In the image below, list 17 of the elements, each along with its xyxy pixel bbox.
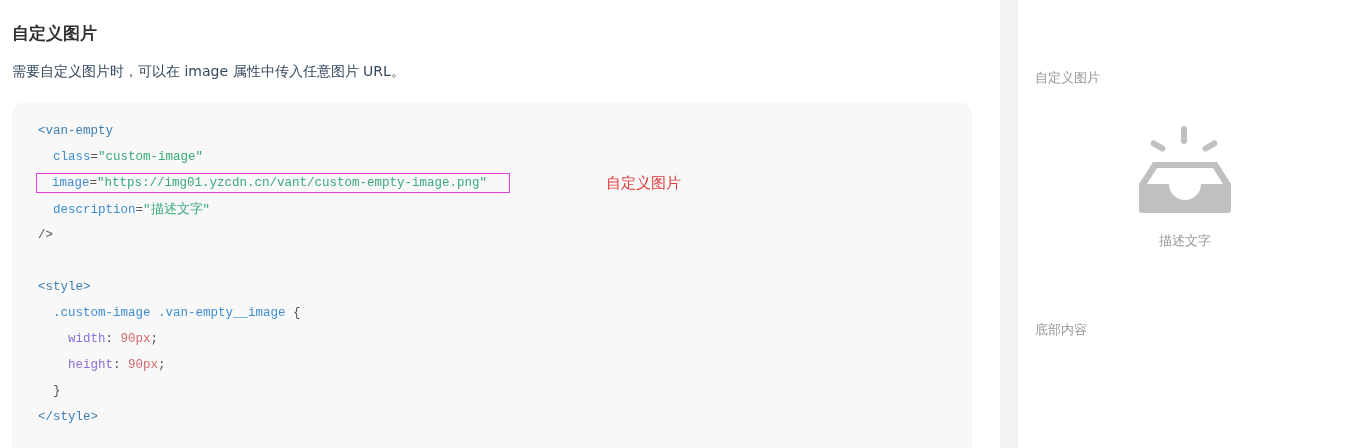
section-heading: 自定义图片 — [12, 22, 98, 45]
empty-inbox-icon — [1139, 126, 1231, 214]
code-line: /> — [37, 227, 54, 244]
code-line: description="描述文字" — [52, 201, 212, 219]
code-line: <style> — [37, 279, 92, 296]
demo-section-title: 底部内容 — [1034, 321, 1088, 339]
intro-text: 需要自定义图片时，可以在 image 属性中传入任意图片 URL。 — [12, 62, 406, 81]
code-line: class="custom-image" — [52, 149, 205, 166]
annotation-text: 自定义图片 — [606, 173, 682, 193]
code-line: height: 90px; — [67, 357, 167, 374]
code-line: <van-empty — [37, 123, 114, 140]
code-line: </style> — [37, 409, 99, 426]
code-line: } — [52, 383, 62, 400]
empty-description: 描述文字 — [1159, 232, 1211, 250]
code-line: width: 90px; — [67, 331, 160, 348]
code-line: .custom-image .van-empty__image { — [52, 305, 302, 322]
demo-section-title: 自定义图片 — [1034, 69, 1101, 87]
